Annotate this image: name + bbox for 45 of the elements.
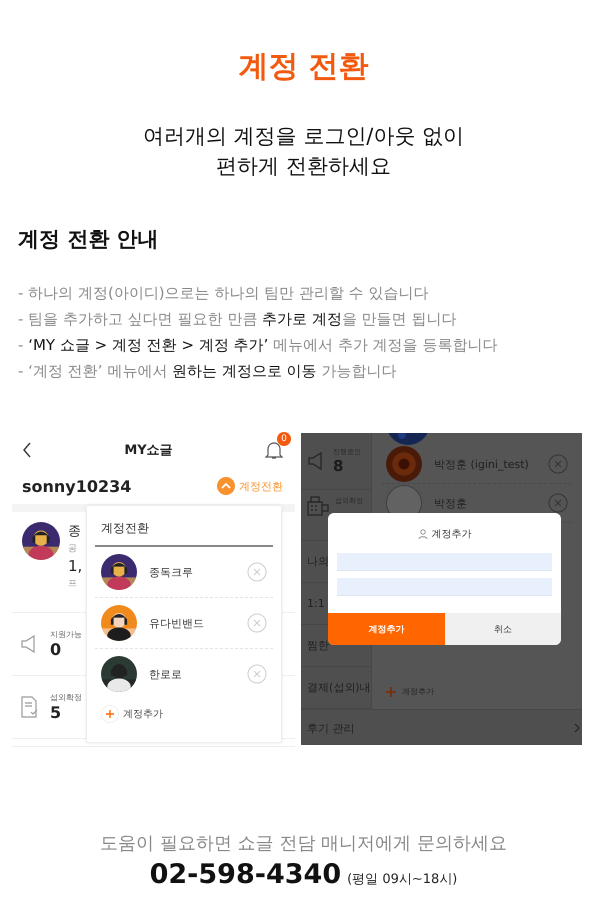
stat-value: 5 [50,703,62,722]
remove-icon[interactable] [548,493,568,513]
confirm-button[interactable]: 계정추가 [328,613,444,645]
document-icon [20,696,40,718]
stat-label: 섭외확정 [50,692,82,703]
stat-label: 지원가능 [50,629,82,640]
plus-icon [386,686,396,696]
help-text: 도움이 필요하면 쇼글 전담 매니저에게 문의하세요 [99,832,508,855]
account-name[interactable]: 박정훈 [434,496,536,510]
guide-line: - ‘계정 전환’ 메뉴에서 원하는 계정으로 이동 가능합니다 [18,361,398,382]
phone-number: 02-598-4340 [150,859,342,890]
account-name[interactable]: 유다빈밴드 [149,616,235,630]
section-heading: 계정 전환 안내 [18,226,160,253]
guide-line: - 팀을 추가하고 싶다면 필요한 만큼 추가로 계정을 만들면 됩니다 [18,309,458,330]
account-name[interactable]: 종독크루 [149,564,235,580]
dialog-title: 계정추가 [432,528,472,541]
page-title: 계정 전환 [237,48,370,86]
guide-line: - 하나의 계정(아이디)으로는 하나의 팀만 관리할 수 있습니다 [18,283,430,304]
account-name[interactable]: 한로로 [149,666,235,682]
chevron-right-icon [574,723,580,733]
business-hours: (평일 09시~18시) [347,871,458,888]
profile-count: 1, [68,557,82,575]
stat-value: 0 [50,640,62,659]
user-icon [418,529,428,539]
cancel-button[interactable]: 취소 [444,613,561,645]
guide-line: - ‘MY 쇼글 > 계정 전환 > 계정 추가’ 메뉴에서 추가 계정을 등록합니다 [18,335,498,356]
add-account-button[interactable]: 계정추가 [95,699,169,729]
screen-title: MY쇼글 [124,442,173,459]
register-icon [307,496,329,516]
bell-icon[interactable] [264,440,283,460]
profile-category: 공 [68,543,78,555]
notification-badge: 0 [276,432,291,446]
account-switch-link[interactable]: 계정전환 [217,477,283,495]
input-field[interactable] [337,553,552,571]
profile-name: 종 [68,523,82,540]
plus-icon [101,705,119,723]
username: sonny10234 [22,476,132,496]
account-name[interactable]: 박정훈 (igini_test) [434,456,536,472]
chevron-up-icon [217,477,235,495]
dropdown-title: 계정전환 [95,506,273,547]
input-field[interactable] [337,578,552,596]
subtitle-line: 여러개의 계정을 로그인/아웃 없이 [142,123,466,150]
remove-icon[interactable] [548,454,568,474]
subtitle-line: 편하게 전환하세요 [215,153,392,180]
back-icon[interactable] [22,442,32,458]
